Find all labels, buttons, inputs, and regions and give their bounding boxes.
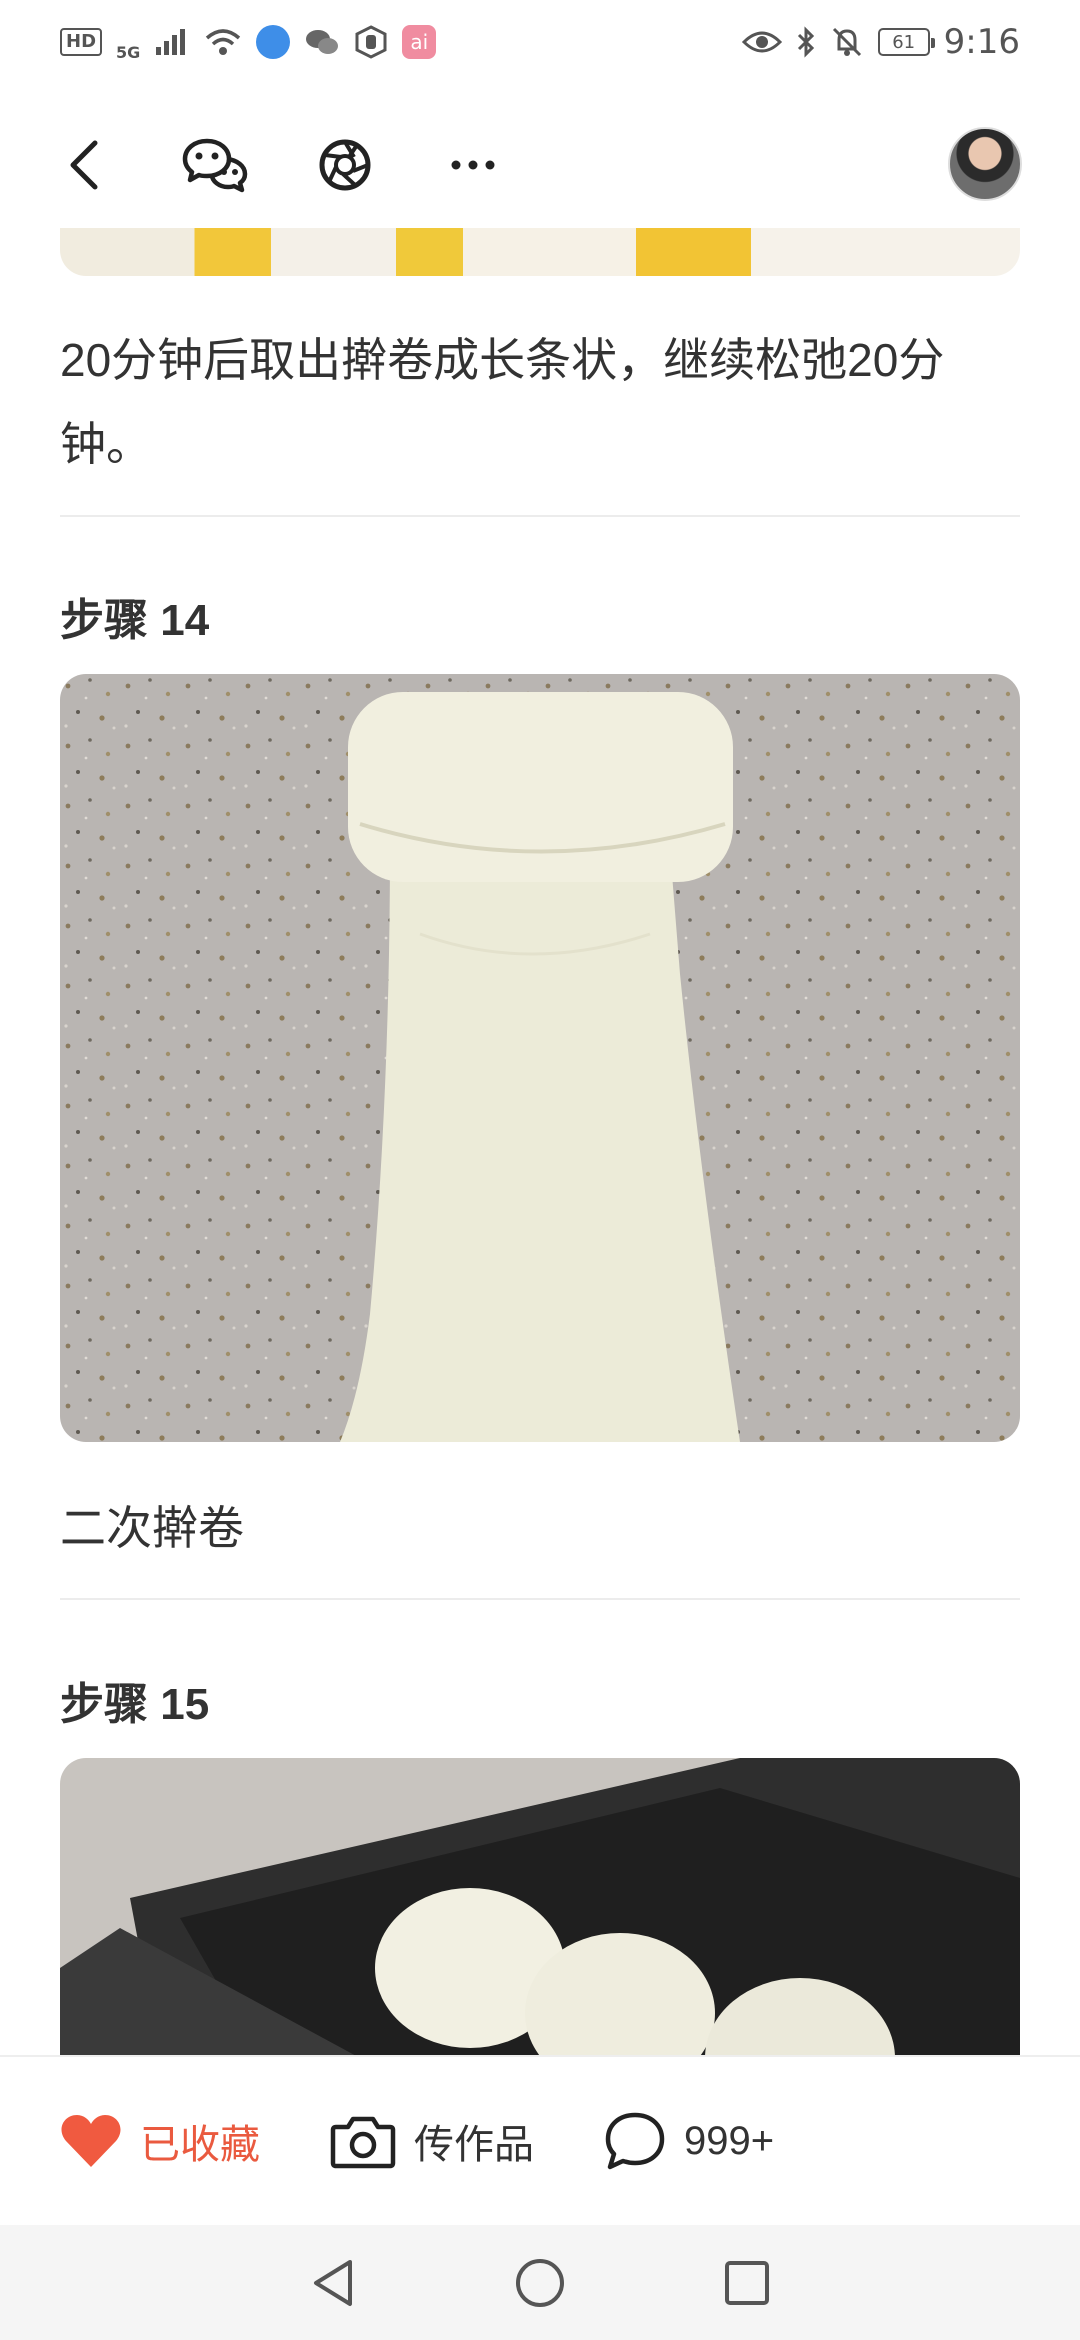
- step-13-description: 20分钟后取出擀卷成长条状，继续松弛20分钟。: [60, 334, 945, 470]
- step-14-description: 二次擀卷: [60, 1502, 244, 1554]
- comments-button[interactable]: 999+: [604, 2111, 774, 2171]
- author-avatar[interactable]: [948, 127, 1022, 201]
- status-bar: HD 5G ai 61 9:16: [0, 0, 1080, 84]
- camera-icon: [330, 2116, 396, 2169]
- nav-back-button[interactable]: [298, 2248, 368, 2318]
- comments-count: 999+: [684, 2118, 775, 2163]
- share-wechat-button[interactable]: [180, 130, 250, 200]
- share-moments-button[interactable]: [310, 130, 380, 200]
- heart-icon: [61, 2115, 121, 2167]
- favorite-label: 已收藏: [140, 2123, 260, 2167]
- back-icon: [70, 140, 98, 190]
- top-toolbar: [0, 110, 1080, 220]
- upload-work-label: 传作品: [414, 2123, 534, 2167]
- favorite-button[interactable]: 已收藏: [60, 2112, 260, 2170]
- square-recents-icon: [724, 2260, 769, 2305]
- upload-work-button[interactable]: 传作品: [330, 2112, 534, 2170]
- browser-app-icon: [256, 25, 291, 59]
- clock: 9:16: [943, 22, 1020, 62]
- bottom-action-bar: 已收藏 传作品 999+: [0, 2055, 1080, 2225]
- step-14-title: 步骤 14: [60, 596, 210, 645]
- wifi-icon: [206, 29, 241, 55]
- ai-app-icon: ai: [402, 25, 437, 59]
- recipe-screen: HD 5G ai 61 9:16 20分钟后取出擀卷成长条状，继续松弛20分钟。…: [0, 0, 1080, 2340]
- nav-recents-button[interactable]: [712, 2248, 782, 2318]
- step-14-photo[interactable]: [60, 674, 1020, 1442]
- eye-icon: [741, 31, 782, 53]
- comment-icon: [605, 2112, 665, 2170]
- divider: [60, 515, 1020, 517]
- signal-icon: [156, 29, 186, 55]
- step-15-title: 步骤 15: [60, 1680, 210, 1729]
- battery-icon: 61: [877, 28, 935, 56]
- network-type: 5G: [116, 42, 141, 62]
- triangle-back-icon: [314, 2259, 353, 2306]
- wechat-notify-icon: [306, 30, 339, 54]
- nav-home-button[interactable]: [505, 2248, 575, 2318]
- step-13-photo[interactable]: [60, 228, 1020, 276]
- status-right: 61 9:16: [741, 22, 1020, 62]
- more-button[interactable]: [438, 130, 508, 200]
- mute-bell-icon: [832, 27, 861, 57]
- back-button[interactable]: [50, 130, 120, 200]
- hd-badge: HD: [60, 28, 103, 56]
- step-15-photo[interactable]: [60, 1758, 1020, 2058]
- moments-icon: [319, 139, 371, 191]
- hand-icon: [355, 25, 387, 59]
- more-icon: [451, 160, 495, 170]
- circle-home-icon: [515, 2258, 564, 2307]
- divider: [60, 1598, 1020, 1600]
- status-left: HD 5G ai: [60, 23, 437, 62]
- system-nav-bar: [0, 2225, 1080, 2340]
- wechat-icon: [182, 138, 248, 193]
- bluetooth-icon: [797, 26, 814, 58]
